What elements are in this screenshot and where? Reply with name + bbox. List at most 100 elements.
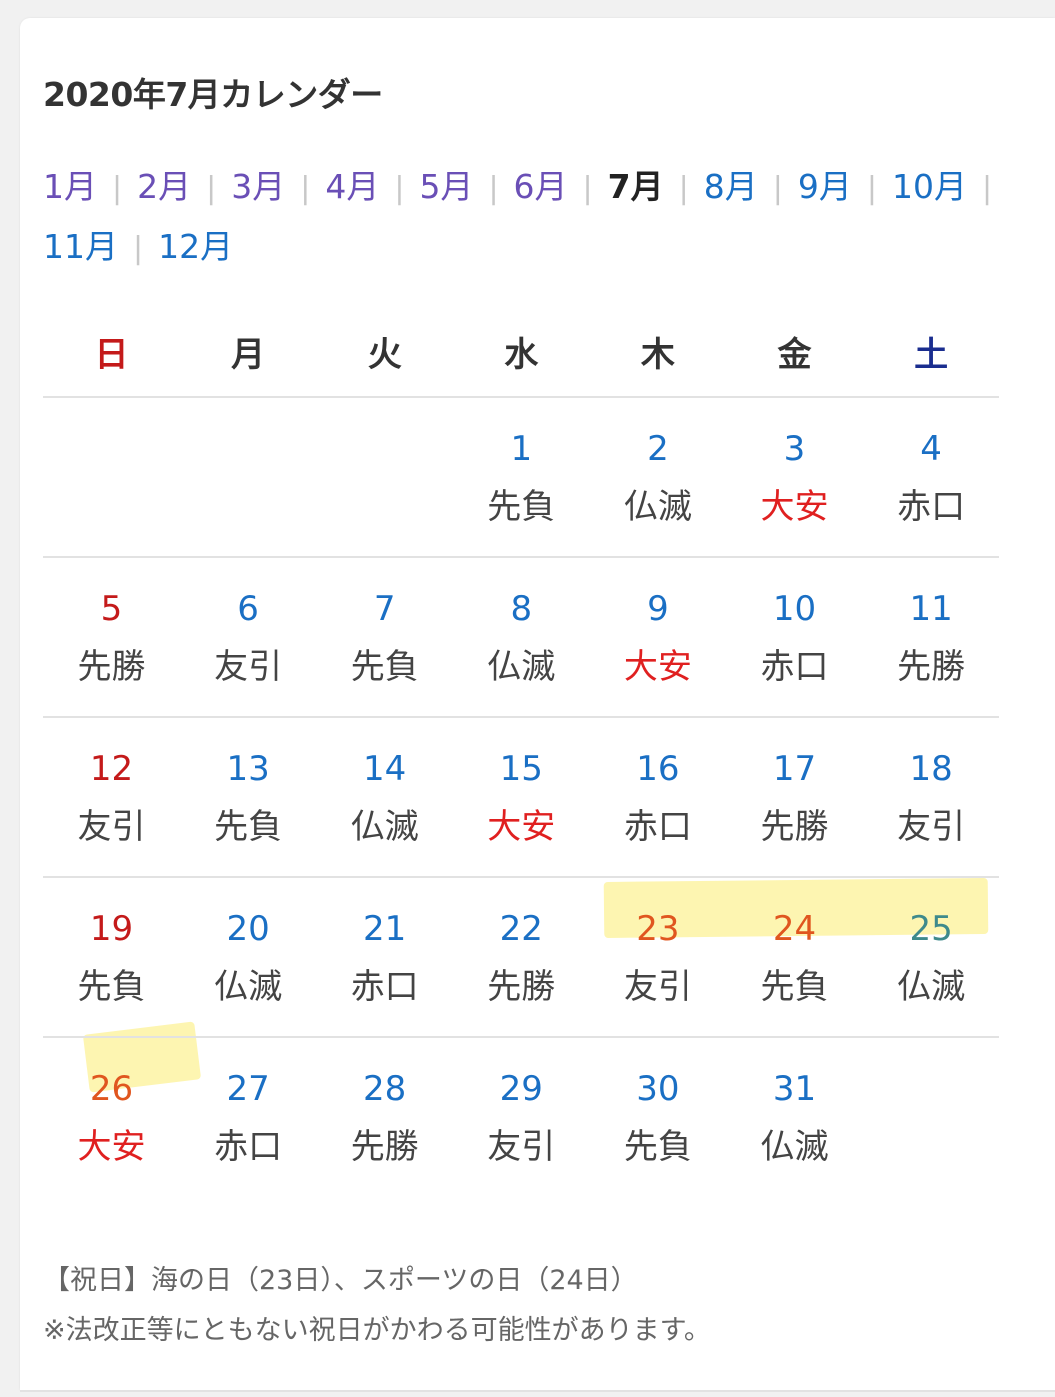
weekday-header-1: 月 xyxy=(231,335,266,375)
day-number: 17 xyxy=(772,749,817,789)
week-row: 26 大安 27 赤口 28 先勝 29 友引 30 先負 31 仏滅 xyxy=(43,1038,999,1196)
day-number: 14 xyxy=(363,749,407,789)
day-cell: 10 赤口 xyxy=(726,558,863,716)
rokuyo-label: 大安 xyxy=(487,807,556,847)
day-number: 21 xyxy=(363,909,407,949)
month-link-1[interactable]: 1月 xyxy=(43,158,97,216)
rokuyo-label: 仏滅 xyxy=(623,487,692,527)
day-cell: 20 仏滅 xyxy=(180,878,317,1036)
month-nav: 1月 | 2月 | 3月 | 4月 | 5月 | 6月 | 7月 | 8月 | 9月 | 10月 | 11月 | 12月 xyxy=(43,158,1033,278)
rokuyo-label: 友引 xyxy=(487,1127,556,1167)
day-number: 12 xyxy=(89,749,134,789)
day-cell: 21 赤口 xyxy=(316,878,453,1036)
day-cell: 18 友引 xyxy=(863,718,1000,876)
rokuyo-label: 仏滅 xyxy=(487,647,556,687)
month-link-2[interactable]: 2月 xyxy=(137,158,191,216)
rokuyo-label: 友引 xyxy=(623,967,692,1007)
day-cell: 25 仏滅 xyxy=(863,878,1000,1036)
day-cell: 7 先負 xyxy=(316,558,453,716)
day-number: 11 xyxy=(909,589,953,629)
weekday-header: 日月火水木金土 xyxy=(43,325,999,397)
day-cell: 22 先勝 xyxy=(453,878,590,1036)
day-cell: 28 先勝 xyxy=(316,1038,453,1196)
weekday-header-6: 土 xyxy=(914,335,949,375)
day-number: 18 xyxy=(909,749,953,789)
day-number: 1 xyxy=(510,429,533,469)
day-number: 8 xyxy=(510,589,533,629)
page-title: 2020年7月カレンダー xyxy=(43,75,383,114)
rokuyo-label: 先勝 xyxy=(487,967,556,1007)
day-cell: 19 先負 xyxy=(43,878,180,1036)
rokuyo-label: 友引 xyxy=(214,647,283,687)
day-cell: 1 先負 xyxy=(453,398,590,556)
weekday-header-0: 日 xyxy=(94,335,129,375)
rokuyo-label: 先勝 xyxy=(350,1127,419,1167)
rokuyo-label: 赤口 xyxy=(214,1127,283,1167)
day-cell: 12 友引 xyxy=(43,718,180,876)
rokuyo-label: 赤口 xyxy=(760,647,829,687)
day-cell: 6 友引 xyxy=(180,558,317,716)
month-separator: | xyxy=(488,171,499,206)
day-cell: 14 仏滅 xyxy=(316,718,453,876)
weekday-header-5: 金 xyxy=(777,335,812,375)
day-cell: 13 先負 xyxy=(180,718,317,876)
month-separator: | xyxy=(206,171,217,206)
month-link-6[interactable]: 6月 xyxy=(514,158,568,216)
day-cell: 24 先負 xyxy=(726,878,863,1036)
month-separator: | xyxy=(678,171,689,206)
rokuyo-label: 先負 xyxy=(214,807,283,847)
holiday-note: 【祝日】海の日（23日）、スポーツの日（24日） xyxy=(43,1265,638,1296)
day-cell: 3 大安 xyxy=(726,398,863,556)
rokuyo-label: 友引 xyxy=(77,807,146,847)
day-number: 27 xyxy=(226,1069,270,1109)
rokuyo-label: 仏滅 xyxy=(214,967,283,1007)
rokuyo-label: 先勝 xyxy=(760,807,829,847)
holiday-notes: 【祝日】海の日（23日）、スポーツの日（24日） ※法改正等にともない祝日がかわ… xyxy=(43,1256,1023,1356)
day-cell: 15 大安 xyxy=(453,718,590,876)
day-number: 9 xyxy=(647,589,669,629)
rokuyo-label: 赤口 xyxy=(623,807,692,847)
rokuyo-label: 先負 xyxy=(350,647,419,687)
day-cell: 17 先勝 xyxy=(726,718,863,876)
month-separator: | xyxy=(394,171,405,206)
day-cell: 2 仏滅 xyxy=(589,398,726,556)
rokuyo-label: 先勝 xyxy=(77,647,146,687)
rokuyo-label: 大安 xyxy=(760,487,829,527)
day-number: 10 xyxy=(772,589,817,629)
month-separator: | xyxy=(981,171,993,206)
day-cell: 31 仏滅 xyxy=(726,1038,863,1196)
day-cell: 8 仏滅 xyxy=(453,558,590,716)
day-cell: 23 友引 xyxy=(589,878,726,1036)
rokuyo-label: 先負 xyxy=(623,1127,692,1167)
rokuyo-label: 先勝 xyxy=(897,647,966,687)
weekday-header-2: 火 xyxy=(367,335,402,375)
month-link-9[interactable]: 9月 xyxy=(798,158,852,216)
bottom-divider xyxy=(20,1390,1055,1392)
day-number: 24 xyxy=(772,909,817,949)
day-cell: 29 友引 xyxy=(453,1038,590,1196)
month-link-8[interactable]: 8月 xyxy=(704,158,758,216)
rokuyo-label: 仏滅 xyxy=(760,1127,829,1167)
month-separator: | xyxy=(582,171,593,206)
day-number: 20 xyxy=(226,909,270,949)
weekday-header-3: 水 xyxy=(504,335,539,375)
rokuyo-label: 仏滅 xyxy=(897,967,966,1007)
rokuyo-label: 友引 xyxy=(897,807,966,847)
day-number: 22 xyxy=(499,909,543,949)
day-number: 30 xyxy=(636,1069,680,1109)
week-row: 1 先負 2 仏滅 3 大安 4 赤口 xyxy=(43,398,999,556)
month-link-11[interactable]: 11月 xyxy=(43,218,118,276)
month-link-3[interactable]: 3月 xyxy=(231,158,285,216)
month-link-10[interactable]: 10月 xyxy=(892,158,967,216)
day-number: 26 xyxy=(89,1069,134,1109)
rokuyo-label: 先負 xyxy=(487,487,556,527)
day-number: 13 xyxy=(226,749,270,789)
month-link-12[interactable]: 12月 xyxy=(158,218,233,276)
week-row: 5 先勝 6 友引 7 先負 8 仏滅 9 大安 10 赤口 11 先勝 xyxy=(43,558,999,716)
month-link-4[interactable]: 4月 xyxy=(325,158,379,216)
day-number: 15 xyxy=(499,749,543,789)
day-cell: 27 赤口 xyxy=(180,1038,317,1196)
day-number: 19 xyxy=(89,909,134,949)
day-number: 29 xyxy=(499,1069,543,1109)
month-link-5[interactable]: 5月 xyxy=(419,158,473,216)
